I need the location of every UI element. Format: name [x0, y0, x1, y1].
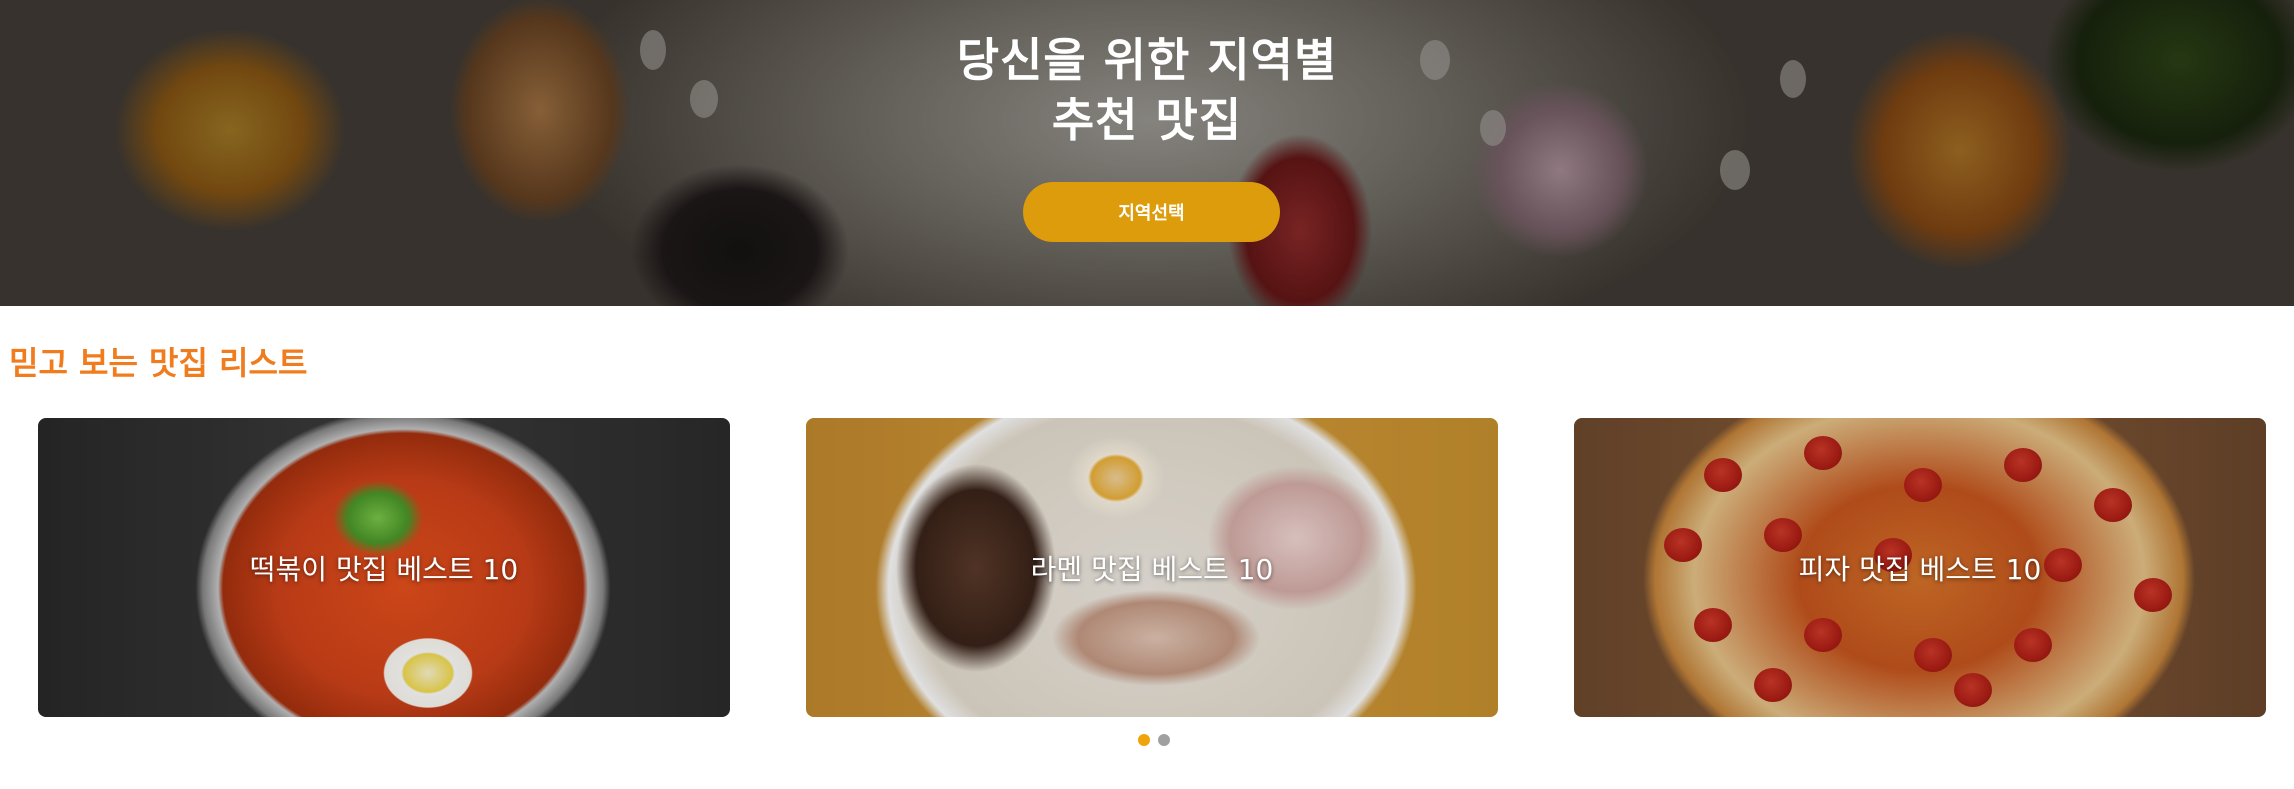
card-label: 피자 맛집 베스트 10	[1798, 553, 2042, 586]
restaurant-card-tteokbokki[interactable]: 떡볶이 맛집 베스트 10	[38, 418, 730, 717]
hero-title-line1: 당신을 위한 지역별	[956, 33, 1338, 87]
pagination-dot-1[interactable]	[1138, 734, 1150, 746]
hero-banner: 당신을 위한 지역별 추천 맛집 지역선택	[0, 0, 2294, 306]
restaurant-card-pizza[interactable]: 피자 맛집 베스트 10	[1574, 418, 2266, 717]
hero-title-line2: 추천 맛집	[1051, 93, 1243, 147]
region-select-button[interactable]: 지역선택	[1023, 182, 1280, 242]
hero-title: 당신을 위한 지역별 추천 맛집	[0, 30, 2294, 150]
section-title: 믿고 보는 맛집 리스트	[9, 344, 308, 382]
restaurant-card-ramen[interactable]: 라멘 맛집 베스트 10	[806, 418, 1498, 717]
card-label: 라멘 맛집 베스트 10	[1030, 553, 1274, 586]
pagination-dot-2[interactable]	[1158, 734, 1170, 746]
carousel-pagination	[1138, 734, 1170, 746]
card-label: 떡볶이 맛집 베스트 10	[249, 553, 519, 586]
